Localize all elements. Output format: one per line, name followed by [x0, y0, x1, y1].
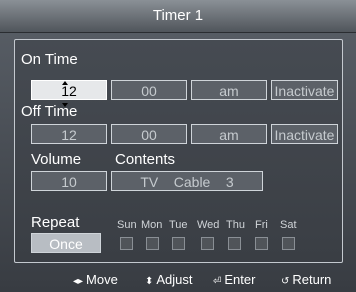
decrement-arrow-icon [62, 103, 68, 107]
day-checkbox-wed[interactable] [201, 237, 214, 250]
day-label-sun: Sun [117, 219, 137, 231]
footer-enter: ⏎ Enter [213, 272, 256, 287]
screen-title: Timer 1 [0, 0, 356, 33]
off-time-ampm-field[interactable]: am [191, 124, 267, 144]
increment-arrow-icon [62, 81, 68, 85]
off-time-status-field[interactable]: Inactivate [271, 124, 338, 144]
day-checkbox-mon[interactable] [146, 237, 159, 250]
footer-move: ◂▸ Move [73, 272, 118, 287]
return-icon: ↺ [281, 276, 290, 287]
on-time-label: On Time [21, 51, 78, 68]
day-label-fri: Fri [255, 219, 268, 231]
day-label-wed: Wed [197, 219, 220, 231]
volume-label: Volume [31, 151, 82, 168]
left-right-arrow-icon: ◂▸ [73, 276, 84, 287]
on-time-status-field[interactable]: Inactivate [271, 80, 338, 100]
repeat-field[interactable]: Once [31, 233, 101, 253]
repeat-label: Repeat [31, 214, 80, 231]
on-time-ampm-field[interactable]: am [191, 80, 267, 100]
timer-panel: On Time 12 00 am Inactivate Off Time 12 … [14, 39, 343, 263]
footer-adjust: ⬍ Adjust [145, 272, 193, 287]
volume-field[interactable]: 10 [31, 171, 107, 191]
footer-return: ↺ Return [281, 272, 332, 287]
on-time-hour-field[interactable]: 12 [31, 80, 107, 100]
contents-field[interactable]: TV Cable 3 [111, 171, 263, 191]
day-checkbox-tue[interactable] [172, 237, 185, 250]
day-label-thu: Thu [226, 219, 245, 231]
day-label-mon: Mon [141, 219, 163, 231]
footer-bar: ◂▸ Move ⬍ Adjust ⏎ Enter ↺ Return [0, 268, 356, 292]
day-checkbox-sun[interactable] [120, 237, 133, 250]
contents-label: Contents [115, 151, 176, 168]
day-checkbox-fri[interactable] [255, 237, 268, 250]
timer-screen: Timer 1 On Time 12 00 am Inactivate Off … [0, 0, 356, 292]
day-checkbox-thu[interactable] [228, 237, 241, 250]
day-checkbox-sat[interactable] [282, 237, 295, 250]
enter-icon: ⏎ [213, 276, 222, 287]
day-label-sat: Sat [280, 219, 297, 231]
off-time-minute-field[interactable]: 00 [111, 124, 187, 144]
off-time-label: Off Time [21, 103, 78, 120]
up-down-arrow-icon: ⬍ [145, 276, 154, 287]
off-time-hour-field[interactable]: 12 [31, 124, 107, 144]
day-label-tue: Tue [169, 219, 188, 231]
on-time-minute-field[interactable]: 00 [111, 80, 187, 100]
